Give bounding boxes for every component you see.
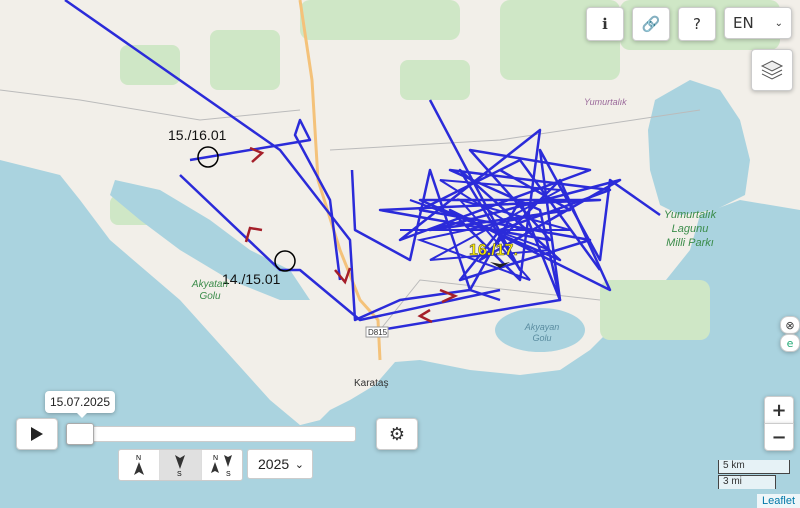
settings-button[interactable]: ⚙ <box>376 418 418 450</box>
timeline-handle[interactable] <box>66 423 94 445</box>
zoom-in-label: + <box>771 399 787 421</box>
svg-text:Akyayan: Akyayan <box>524 322 560 332</box>
language-label: EN <box>733 14 754 32</box>
play-button[interactable] <box>16 418 58 450</box>
north-up-button[interactable]: N <box>119 450 161 480</box>
timeline-track[interactable] <box>66 426 356 442</box>
night-label-3: 16./17. <box>469 242 518 259</box>
attribution-link[interactable]: Leaflet <box>756 494 800 508</box>
e-badge-icon[interactable]: e <box>780 334 800 352</box>
timeline-slider[interactable] <box>66 423 356 445</box>
zoom-in-button[interactable]: + <box>764 396 794 424</box>
play-icon <box>31 427 43 441</box>
year-label: 2025 <box>258 456 290 472</box>
scale-mi: 3 mi <box>718 475 776 489</box>
svg-text:Lagunu: Lagunu <box>672 223 709 235</box>
south-up-button[interactable]: S <box>160 450 202 480</box>
both-orientation-button[interactable]: N S <box>202 450 242 480</box>
info-icon: ℹ <box>602 15 608 33</box>
svg-text:Golu: Golu <box>532 333 551 343</box>
chevron-down-icon: ⌄ <box>294 458 304 471</box>
svg-text:Golu: Golu <box>199 291 221 302</box>
chevron-down-icon: ⌄ <box>774 17 783 29</box>
year-select[interactable]: 2025 ⌄ <box>247 449 313 479</box>
north-orientation-group: N S N S <box>118 449 243 481</box>
place-karatas: Karataş <box>354 378 388 389</box>
date-tooltip: 15.07.2025 <box>45 391 115 418</box>
scale-km: 5 km <box>718 460 790 474</box>
info-button[interactable]: ℹ <box>586 7 624 41</box>
svg-text:N: N <box>213 455 218 462</box>
night-label-1: 15./16.01 <box>168 127 227 143</box>
help-button[interactable]: ? <box>678 7 716 41</box>
language-select[interactable]: EN ⌄ <box>724 7 792 39</box>
night-label-2: 14./15.01 <box>222 271 281 287</box>
link-button[interactable]: 🔗 <box>632 7 670 41</box>
svg-text:S: S <box>226 471 231 477</box>
svg-text:Milli Parkı: Milli Parkı <box>666 237 714 249</box>
south-arrow-icon: S <box>175 455 186 477</box>
north-south-arrows-icon: N S <box>210 455 232 477</box>
svg-text:N: N <box>136 455 141 462</box>
north-arrow-icon: N <box>134 455 145 475</box>
svg-text:Akyatan: Akyatan <box>191 279 229 290</box>
layers-icon <box>760 60 784 80</box>
svg-text:Yumurtalık: Yumurtalık <box>664 209 717 221</box>
gear-icon: ⚙ <box>388 423 406 445</box>
layers-button[interactable] <box>751 49 793 91</box>
place-yumurtalik: Yumurtalık <box>584 97 627 107</box>
date-label: 15.07.2025 <box>49 395 111 409</box>
link-icon: 🔗 <box>641 15 661 33</box>
help-icon: ? <box>693 15 701 33</box>
zoom-out-button[interactable]: − <box>764 423 794 451</box>
road-label: D815 <box>368 328 388 337</box>
close-circle-icon[interactable]: ⊗ <box>780 316 800 334</box>
svg-text:S: S <box>177 471 182 477</box>
zoom-out-label: − <box>771 426 787 448</box>
